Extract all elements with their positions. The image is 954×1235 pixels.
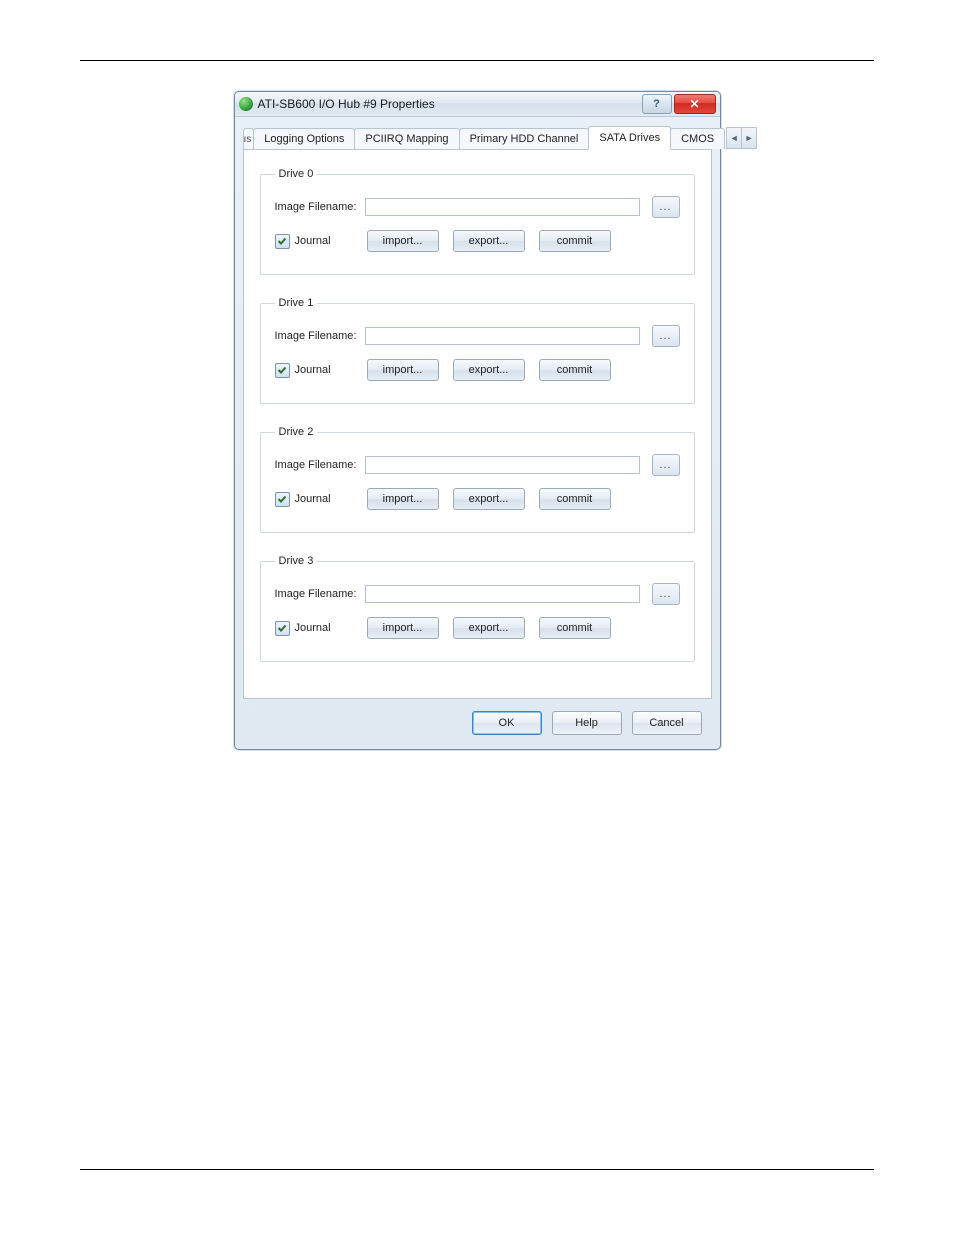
input-image-filename-1[interactable] (365, 327, 640, 345)
label-journal: Journal (295, 364, 367, 376)
input-image-filename-0[interactable] (365, 198, 640, 216)
legend-drive-1: Drive 1 (275, 297, 318, 309)
browse-button-3[interactable]: ... (652, 583, 680, 605)
tab-scroll-right[interactable]: ► (741, 127, 757, 149)
checkbox-journal-0[interactable] (275, 234, 290, 249)
label-journal: Journal (295, 622, 367, 634)
input-image-filename-3[interactable] (365, 585, 640, 603)
import-button-2[interactable]: import... (367, 488, 439, 510)
tabpanel-sata-drives: Drive 0 Image Filename: ... Journal impo… (243, 150, 712, 699)
checkbox-journal-2[interactable] (275, 492, 290, 507)
label-journal: Journal (295, 235, 367, 247)
titlebar-help-button[interactable]: ? (642, 94, 672, 114)
browse-button-0[interactable]: ... (652, 196, 680, 218)
browse-button-1[interactable]: ... (652, 325, 680, 347)
export-button-1[interactable]: export... (453, 359, 525, 381)
commit-button-0[interactable]: commit (539, 230, 611, 252)
commit-button-1[interactable]: commit (539, 359, 611, 381)
tab-cmos[interactable]: CMOS (670, 128, 725, 149)
group-drive-3: Drive 3 Image Filename: ... Journal impo… (260, 555, 695, 662)
label-image-filename: Image Filename: (275, 588, 365, 600)
tab-primary-hdd-channel[interactable]: Primary HDD Channel (459, 128, 590, 149)
legend-drive-2: Drive 2 (275, 426, 318, 438)
export-button-3[interactable]: export... (453, 617, 525, 639)
import-button-3[interactable]: import... (367, 617, 439, 639)
tab-sata-drives[interactable]: SATA Drives (588, 126, 671, 150)
label-image-filename: Image Filename: (275, 330, 365, 342)
tab-logging-options[interactable]: Logging Options (253, 128, 355, 149)
checkbox-journal-1[interactable] (275, 363, 290, 378)
input-image-filename-2[interactable] (365, 456, 640, 474)
legend-drive-0: Drive 0 (275, 168, 318, 180)
checkbox-journal-3[interactable] (275, 621, 290, 636)
commit-button-2[interactable]: commit (539, 488, 611, 510)
group-drive-0: Drive 0 Image Filename: ... Journal impo… (260, 168, 695, 275)
import-button-1[interactable]: import... (367, 359, 439, 381)
titlebar-close-button[interactable]: ✕ (674, 94, 716, 114)
import-button-0[interactable]: import... (367, 230, 439, 252)
tabstrip: ıs Logging Options PCIIRQ Mapping Primar… (243, 125, 712, 150)
legend-drive-3: Drive 3 (275, 555, 318, 567)
export-button-2[interactable]: export... (453, 488, 525, 510)
cancel-button[interactable]: Cancel (632, 711, 702, 735)
group-drive-2: Drive 2 Image Filename: ... Journal impo… (260, 426, 695, 533)
app-icon (239, 97, 253, 111)
browse-button-2[interactable]: ... (652, 454, 680, 476)
titlebar[interactable]: ATI-SB600 I/O Hub #9 Properties ? ✕ (235, 92, 720, 117)
tab-scroll-left[interactable]: ◄ (726, 127, 742, 149)
help-button[interactable]: Help (552, 711, 622, 735)
window-title: ATI-SB600 I/O Hub #9 Properties (258, 97, 640, 111)
ok-button[interactable]: OK (472, 711, 542, 735)
page-top-rule (80, 60, 874, 61)
properties-dialog: ATI-SB600 I/O Hub #9 Properties ? ✕ ıs L… (234, 91, 721, 750)
label-image-filename: Image Filename: (275, 201, 365, 213)
tab-pciirq-mapping[interactable]: PCIIRQ Mapping (354, 128, 459, 149)
commit-button-3[interactable]: commit (539, 617, 611, 639)
label-journal: Journal (295, 493, 367, 505)
group-drive-1: Drive 1 Image Filename: ... Journal impo… (260, 297, 695, 404)
export-button-0[interactable]: export... (453, 230, 525, 252)
label-image-filename: Image Filename: (275, 459, 365, 471)
page-bottom-rule (80, 1169, 874, 1170)
